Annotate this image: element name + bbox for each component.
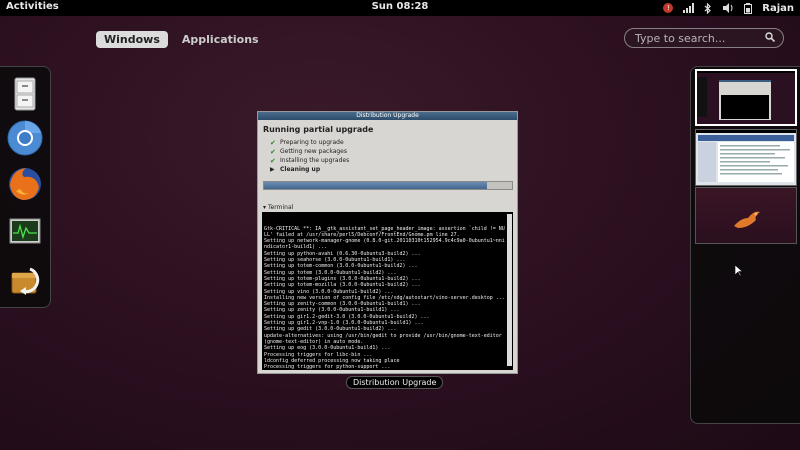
file-cabinet-icon[interactable] [6,75,44,113]
arrow-right-icon: ▶ [270,166,275,173]
terminal-output[interactable]: Gtk-CRITICAL **: IA__gtk_assistant_set_p… [262,212,513,370]
network-icon[interactable] [682,2,694,14]
step-item: ✔ Getting new packages [270,147,347,156]
firefox-icon[interactable] [6,165,44,203]
window-titlebar[interactable]: Distribution Upgrade [258,112,517,120]
search-icon [765,31,776,45]
update-manager-icon[interactable] [6,261,44,299]
user-menu[interactable]: Rajan [762,3,794,14]
mouse-pointer-icon [734,262,744,281]
workspace-2[interactable] [695,129,797,186]
system-tray: ! Rajan [662,0,794,16]
search-box[interactable] [624,28,784,48]
check-icon: ✔ [270,138,276,147]
terminal-line: Processing triggers for python-support .… [264,364,391,370]
check-icon: ✔ [270,156,276,165]
terminal-expander[interactable]: ▾ Terminal [263,204,293,211]
progress-fill [264,182,488,189]
system-monitor-icon[interactable] [6,213,44,251]
triangle-down-icon: ▾ [263,204,267,211]
step-item: ✔ Installing the upgrades [270,156,350,165]
dash [0,66,51,308]
upgrade-steps: ✔ Preparing to upgrade ✔ Getting new pac… [270,138,517,174]
bluetooth-icon[interactable] [702,2,714,14]
step-item-current: ▶ Cleaning up [270,166,321,173]
notification-icon[interactable]: ! [662,2,674,14]
terminal-line: update-alternatives: using /usr/bin/gedi… [264,332,502,339]
tab-applications[interactable]: Applications [174,31,267,48]
window-caption: Distribution Upgrade [346,376,444,389]
search-input[interactable] [633,30,757,46]
terminal-line: Gtk-CRITICAL **: IA__gtk_assistant_set_p… [264,225,505,232]
workspace-3[interactable] [695,187,797,244]
terminal-scrollbar[interactable] [507,214,512,366]
tab-windows[interactable]: Windows [96,31,168,48]
distribution-upgrade-window[interactable]: Distribution Upgrade Running partial upg… [257,111,518,374]
battery-icon[interactable] [742,2,754,14]
volume-icon[interactable] [722,2,734,14]
check-icon: ✔ [270,147,276,156]
chromium-icon[interactable] [6,119,44,157]
top-panel: Activities Sun 08:28 ! Rajan [0,0,800,16]
window-heading: Running partial upgrade [263,125,374,134]
workspace-switcher [690,66,800,424]
workspace-1[interactable] [695,69,797,126]
view-selector: Windows Applications [96,31,267,48]
step-item: ✔ Preparing to upgrade [270,138,344,147]
progress-bar [263,181,513,190]
